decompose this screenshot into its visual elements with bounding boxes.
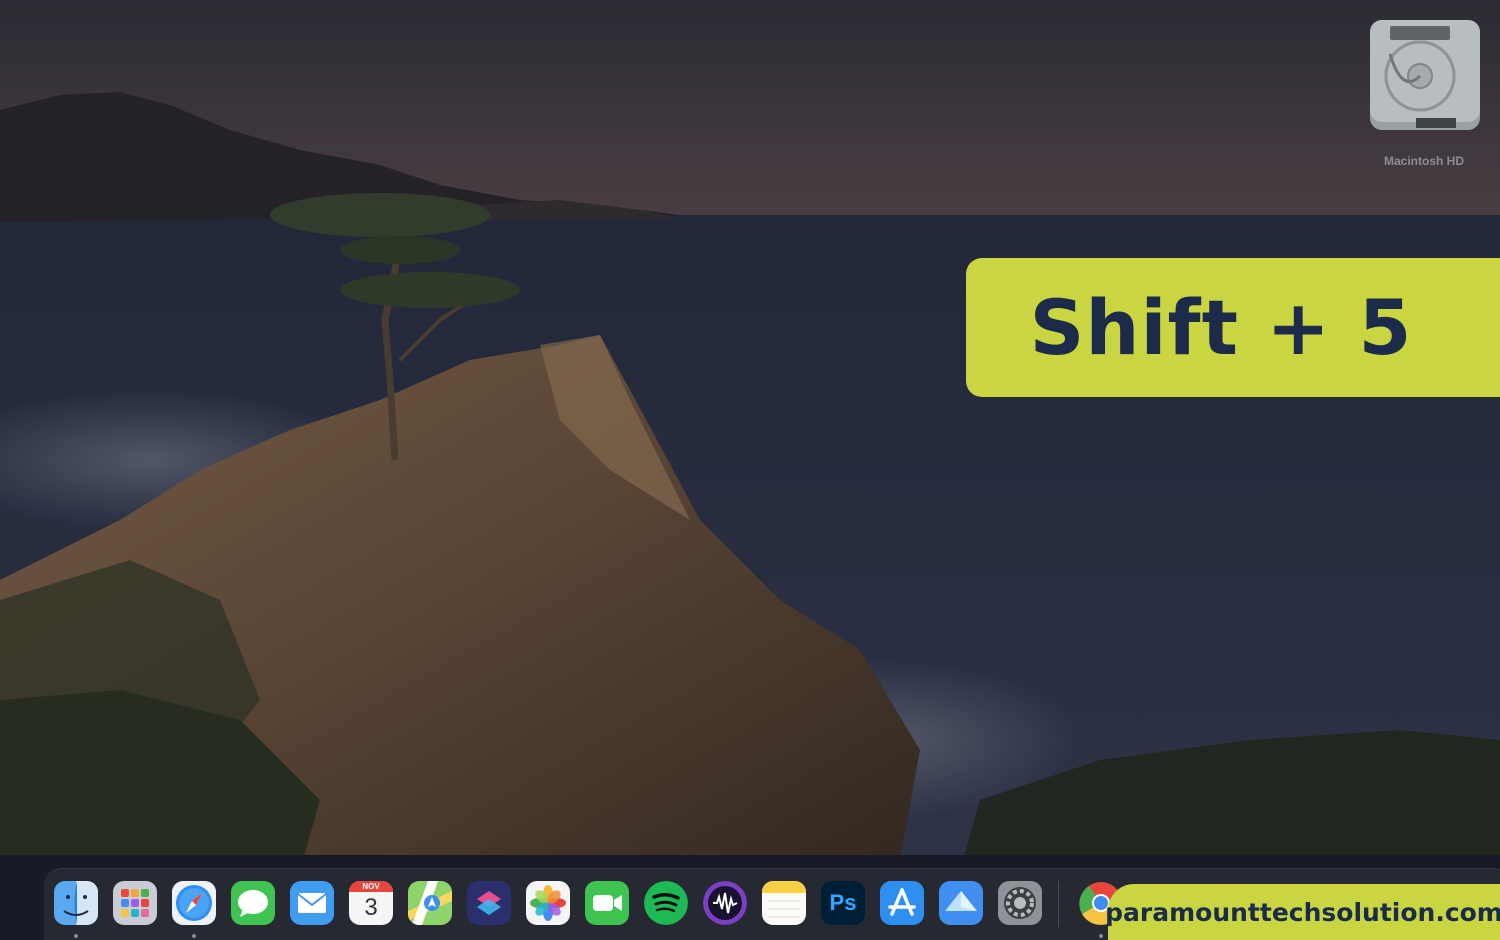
messages-icon <box>231 881 275 925</box>
app-store-icon <box>880 881 924 925</box>
dock-audio-app[interactable] <box>703 881 747 925</box>
dock-photos[interactable] <box>526 881 570 925</box>
spotify-icon <box>644 881 688 925</box>
watermark-banner: paramounttechsolution.com <box>1105 884 1500 940</box>
photos-icon <box>526 881 570 925</box>
dock-finder[interactable] <box>54 881 98 925</box>
dock-messages[interactable] <box>231 881 275 925</box>
dock-maps[interactable] <box>408 881 452 925</box>
mail-icon <box>290 881 334 925</box>
shortcuts-icon <box>467 881 511 925</box>
safari-running-dot <box>192 934 196 938</box>
dock-preview[interactable] <box>939 881 983 925</box>
shortcut-banner: Shift + 5 <box>966 258 1500 397</box>
hard-drive-icon <box>1370 20 1480 130</box>
settings-icon <box>998 881 1042 925</box>
finder-icon <box>54 881 98 925</box>
dock-photoshop[interactable]: Ps <box>821 881 865 925</box>
dock-shortcuts[interactable] <box>467 881 511 925</box>
finder-running-dot <box>74 934 78 938</box>
preview-icon <box>939 881 983 925</box>
calendar-day: 3 <box>364 894 378 921</box>
photoshop-label: Ps <box>829 890 857 915</box>
dock-spotify[interactable] <box>644 881 688 925</box>
dock-system-settings[interactable] <box>998 881 1042 925</box>
dock-safari[interactable] <box>172 881 216 925</box>
waveform-icon <box>703 881 747 925</box>
dock-mail[interactable] <box>290 881 334 925</box>
facetime-icon <box>585 881 629 925</box>
dock-notes[interactable] <box>762 881 806 925</box>
shortcut-text: Shift + 5 <box>1029 283 1413 372</box>
macintosh-hd-label: Macintosh HD <box>1383 154 1464 168</box>
desktop: Macintosh HD Shift + 5 NOV 3 Ps paramoun… <box>0 0 1500 940</box>
maps-icon <box>408 881 452 925</box>
macintosh-hd-desktop-item[interactable]: Macintosh HD <box>1362 14 1486 174</box>
dock-calendar[interactable]: NOV 3 <box>349 881 393 925</box>
dock-app-store[interactable] <box>880 881 924 925</box>
wallpaper <box>0 0 1500 940</box>
dock-separator <box>1058 881 1059 927</box>
dock-launchpad[interactable] <box>113 881 157 925</box>
dock-facetime[interactable] <box>585 881 629 925</box>
calendar-month: NOV <box>362 882 380 891</box>
safari-icon <box>172 881 216 925</box>
chrome-running-dot <box>1099 934 1103 938</box>
notes-icon <box>762 881 806 925</box>
launchpad-icon <box>113 881 157 925</box>
watermark-text: paramounttechsolution.com <box>1105 897 1500 927</box>
